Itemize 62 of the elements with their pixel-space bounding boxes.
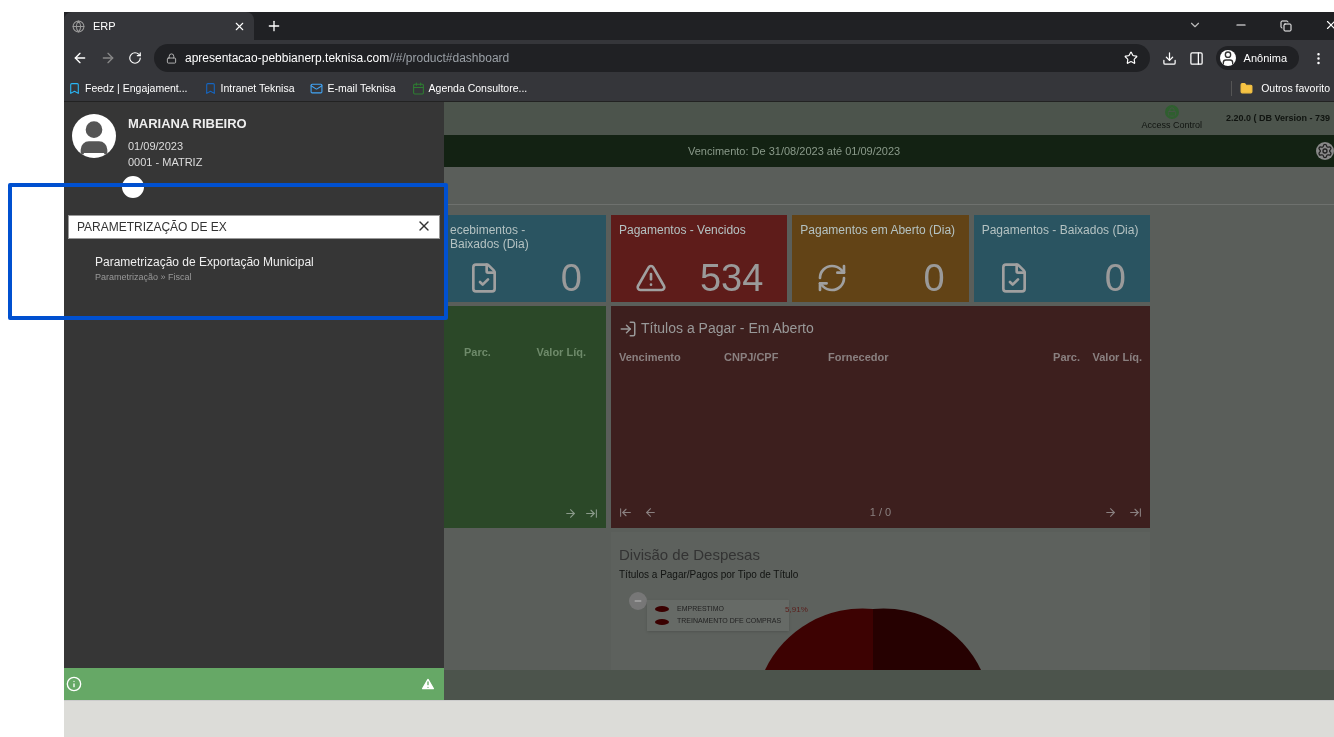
search-field[interactable]: PARAMETRIZAÇÃO DE EX	[68, 214, 440, 239]
reload-icon[interactable]	[128, 51, 142, 65]
back-icon[interactable]	[72, 50, 88, 66]
page-indicator: 1 / 0	[869, 504, 892, 520]
download-icon[interactable]	[1161, 50, 1177, 66]
previous-page-icon[interactable]	[644, 505, 657, 519]
card-value: 0	[560, 258, 582, 299]
user-name: MARIANA RIBEIRO	[128, 115, 247, 133]
warning-icon[interactable]	[420, 676, 436, 692]
next-page-icon[interactable]	[1104, 505, 1117, 519]
slice-label: 5,91%	[785, 603, 808, 616]
profile-button[interactable]: Anônima	[1215, 46, 1299, 70]
next-page-icon[interactable]	[564, 507, 577, 521]
column-header: Parc.	[1052, 350, 1080, 366]
browser-tab[interactable]: ERP	[64, 12, 254, 40]
version-label: 2.20.0 ( DB Version - 739	[1225, 111, 1330, 125]
column-header: Vencimento	[619, 350, 682, 366]
card-title: Pagamentos - Baixados (Dia)	[981, 223, 1140, 238]
column-header: CNPJ/CPF	[724, 350, 780, 366]
card-value: 0	[923, 258, 945, 299]
last-page-icon[interactable]	[1129, 505, 1142, 519]
card-value: 534	[699, 258, 764, 299]
column-header: Parc.	[464, 345, 491, 361]
user-unit: 0001 - MATRIZ	[128, 155, 204, 170]
exit-arrow-icon	[619, 319, 637, 338]
bookmark-star-icon[interactable]	[1123, 51, 1138, 65]
bookmark-item[interactable]: E-mail Teknisa	[310, 80, 396, 97]
panel-title: Títulos a Pagar - Em Aberto	[641, 319, 814, 339]
forward-icon[interactable]	[100, 50, 116, 66]
address-bar[interactable]: apresentacao-pebbianerp.teknisa.com//#/product#dashboard	[154, 44, 1150, 72]
info-icon[interactable]	[66, 676, 82, 692]
user-date: 01/09/2023	[128, 138, 185, 154]
bookmark-item[interactable]: Agenda Consultore...	[411, 80, 528, 97]
restore-icon[interactable]	[1280, 20, 1292, 32]
bookmark-item[interactable]: Intranet Teknisa	[203, 80, 295, 97]
search-result[interactable]: Parametrização de Exportação Municipal Parametrização » Fiscal	[95, 252, 444, 284]
first-page-icon[interactable]	[619, 505, 632, 519]
close-window-icon[interactable]	[1324, 18, 1334, 32]
legend-swatch-icon	[655, 606, 669, 613]
last-page-icon[interactable]	[585, 507, 598, 521]
column-header: Valor Líq.	[1091, 350, 1142, 366]
bookmark-item[interactable]: Feedz | Engajament...	[68, 80, 188, 97]
legend-toggle[interactable]	[629, 591, 647, 610]
period-label: Vencimento: De 31/08/2023 até 01/09/2023	[688, 143, 901, 159]
folder-icon	[1240, 82, 1254, 95]
side-panel-icon[interactable]	[1188, 50, 1204, 66]
calendar-icon	[411, 82, 425, 95]
new-tab-icon[interactable]	[266, 18, 282, 34]
settings-icon[interactable]	[1316, 141, 1334, 160]
lock-icon	[166, 52, 177, 64]
other-bookmarks[interactable]: Outros favorito	[1231, 80, 1330, 97]
avatar	[72, 114, 116, 158]
globe-icon	[72, 19, 85, 33]
card-title: Pagamentos - Vencidos	[619, 223, 747, 238]
card-value: 0	[1104, 258, 1126, 299]
card-title: ecebimentos - Baixados (Dia)	[450, 223, 530, 252]
legend-swatch-icon	[655, 618, 669, 625]
card-title: Pagamentos em Aberto (Dia)	[800, 223, 957, 238]
chart-subtitle: Títulos a Pagar/Pagos por Tipo de Título	[619, 567, 800, 582]
column-header: Valor Líq.	[536, 345, 586, 361]
column-header: Fornecedor	[828, 350, 890, 366]
mail-icon	[310, 82, 324, 95]
